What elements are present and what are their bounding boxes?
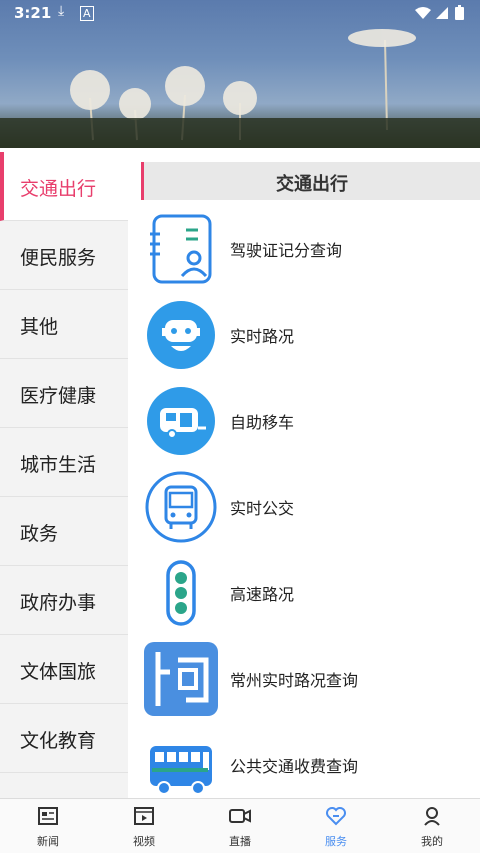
signal-icon xyxy=(436,7,448,19)
service-label: 公共交通收费查询 xyxy=(230,757,359,776)
sidebar-item-gov-affairs[interactable]: 政府办事 xyxy=(0,566,128,635)
nav-tab-video[interactable]: 视频 xyxy=(96,799,192,853)
license-icon xyxy=(150,214,212,284)
service-self-move-car[interactable]: 自助移车 xyxy=(138,378,480,464)
service-license-points[interactable]: 驾驶证记分查询 xyxy=(138,206,480,292)
bottom-navigation: 新闻 视频 直播 服务 我的 xyxy=(0,798,480,853)
sidebar-item-label: 文体国旅 xyxy=(20,661,97,683)
road-map-icon xyxy=(144,642,218,716)
nav-tab-services[interactable]: 服务 xyxy=(288,799,384,853)
caravan-icon xyxy=(147,387,215,455)
video-icon xyxy=(134,807,154,825)
sidebar-item-label: 城市生活 xyxy=(20,454,97,476)
nav-label: 直播 xyxy=(229,835,251,848)
service-label: 自助移车 xyxy=(230,413,295,432)
heart-service-icon xyxy=(326,807,346,826)
nav-tab-news[interactable]: 新闻 xyxy=(0,799,96,853)
profile-icon xyxy=(424,807,440,826)
category-sidebar: 交通出行 便民服务 其他 医疗健康 城市生活 政务 政府办事 文体国旅 文化教育 xyxy=(0,152,128,798)
sidebar-item-label: 医疗健康 xyxy=(20,385,97,407)
sidebar-item-label: 便民服务 xyxy=(20,247,97,269)
battery-icon xyxy=(455,5,464,20)
status-bar: 3:21 ⤓ A xyxy=(0,0,480,26)
nav-label: 新闻 xyxy=(37,835,59,848)
service-realtime-traffic[interactable]: 实时路况 xyxy=(138,292,480,378)
camera-icon xyxy=(229,809,251,823)
sidebar-item-government[interactable]: 政务 xyxy=(0,497,128,566)
status-time: 3:21 xyxy=(14,4,52,22)
service-public-transport-fare[interactable]: 公共交通收费查询 xyxy=(138,722,480,808)
service-label: 常州实时路况查询 xyxy=(230,671,359,690)
nav-label: 视频 xyxy=(133,835,155,848)
sidebar-item-label: 政务 xyxy=(20,523,59,545)
sidebar-item-label: 交通出行 xyxy=(20,178,97,200)
service-label: 高速路况 xyxy=(230,585,295,604)
section-header: 交通出行 xyxy=(141,162,480,200)
news-icon xyxy=(38,807,58,825)
sidebar-item-label: 文化教育 xyxy=(20,730,97,752)
service-changzhou-traffic[interactable]: 常州实时路况查询 xyxy=(138,636,480,722)
sidebar-item-label: 政府办事 xyxy=(20,592,97,614)
road-robot-icon xyxy=(147,301,215,369)
notification-a-icon: A xyxy=(80,6,94,21)
bus-icon xyxy=(145,471,217,543)
service-label: 实时公交 xyxy=(230,499,295,518)
sidebar-item-other[interactable]: 其他 xyxy=(0,290,128,359)
section-title: 交通出行 xyxy=(276,174,348,195)
nav-label: 服务 xyxy=(325,835,347,848)
nav-tab-mine[interactable]: 我的 xyxy=(384,799,480,853)
service-highway-traffic[interactable]: 高速路况 xyxy=(138,550,480,636)
service-realtime-bus[interactable]: 实时公交 xyxy=(138,464,480,550)
header-banner: 3:21 ⤓ A xyxy=(0,0,480,148)
nav-label: 我的 xyxy=(421,835,443,848)
sidebar-item-culture-travel[interactable]: 文体国旅 xyxy=(0,635,128,704)
wifi-icon xyxy=(415,7,431,19)
download-icon: ⤓ xyxy=(58,3,65,19)
sidebar-item-health[interactable]: 医疗健康 xyxy=(0,359,128,428)
service-label: 实时路况 xyxy=(230,327,295,346)
public-bus-icon xyxy=(150,746,212,795)
service-label: 驾驶证记分查询 xyxy=(230,241,343,260)
sidebar-item-convenience[interactable]: 便民服务 xyxy=(0,221,128,290)
sidebar-item-city-life[interactable]: 城市生活 xyxy=(0,428,128,497)
traffic-light-icon xyxy=(166,560,196,626)
sidebar-item-education[interactable]: 文化教育 xyxy=(0,704,128,773)
nav-tab-live[interactable]: 直播 xyxy=(192,799,288,853)
sidebar-item-traffic[interactable]: 交通出行 xyxy=(0,152,128,221)
sidebar-item-label: 其他 xyxy=(20,316,59,338)
